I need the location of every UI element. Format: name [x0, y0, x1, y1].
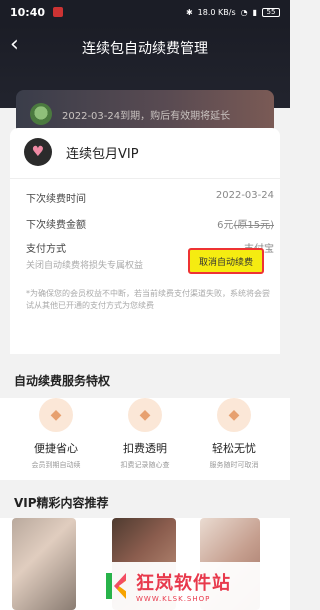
heart-logo-icon: ♥	[24, 138, 52, 166]
divider	[10, 178, 280, 179]
status-bar: 10:40 ✱ 18.0 KB/s ◔ ▮ 55	[0, 0, 290, 24]
watermark-logo-icon	[104, 571, 130, 601]
page-header: ‹ 连续包自动续费管理 2022-03-24到期，购后有效期将延长	[0, 24, 290, 138]
amount-value: 6元	[217, 220, 234, 231]
row-value: 2022-03-24	[215, 190, 274, 201]
page-title: 连续包自动续费管理	[82, 41, 208, 57]
status-right: ✱ 18.0 KB/s ◔ ▮ 55	[185, 7, 280, 17]
privileges-list: ◆ 便捷省心 会员到期自动续 ◆ 扣费透明 扣费记录随心查 ◆ 轻松无忧 服务随…	[0, 398, 290, 480]
wifi-icon: ◔	[240, 7, 248, 17]
privilege-item: ◆ 扣费透明 扣费记录随心查	[105, 398, 185, 470]
subscription-panel: ♥ 连续包月VIP 下次续费时间 2022-03-24 下次续费金额 6元(原1…	[10, 128, 280, 354]
privilege-name: 轻松无忧	[212, 442, 256, 455]
watermark-url: WWW.KLSK.SHOP	[136, 595, 211, 603]
row-label: 支付方式	[26, 244, 66, 255]
original-price: (原15元)	[233, 220, 274, 231]
recommendation-thumbnail[interactable]	[12, 518, 76, 610]
recommendations-title: VIP精彩内容推荐	[14, 496, 109, 510]
watermark: 狂岚软件站 WWW.KLSK.SHOP	[96, 562, 290, 610]
battery-icon: 55	[262, 7, 280, 17]
bluetooth-icon: ✱	[185, 7, 193, 17]
privilege-name: 扣费透明	[123, 442, 167, 455]
vip-plan-row: ♥ 连续包月VIP	[24, 138, 139, 166]
watermark-title: 狂岚软件站	[136, 573, 231, 594]
shield-icon: ◆	[39, 398, 73, 432]
privilege-desc: 服务随时可取消	[209, 461, 259, 469]
row-label: 下次续费时间	[26, 194, 86, 205]
status-time: 10:40	[10, 5, 46, 19]
next-renewal-date-row: 下次续费时间 2022-03-24	[26, 190, 276, 205]
network-speed: 18.0 KB/s	[197, 7, 236, 17]
privilege-desc: 会员到期自动续	[31, 461, 81, 469]
renewal-notice: *为确保您的会员权益不中断，若当前续费支付渠道失败，系统将会尝试从其他已开通的支…	[26, 289, 270, 310]
row-value-group: 6元(原15元)	[217, 216, 274, 231]
row-label: 下次续费金额	[26, 220, 86, 231]
cancel-hint: 关闭自动续费将损失专属权益	[26, 261, 144, 271]
privilege-item: ◆ 轻松无忧 服务随时可取消	[194, 398, 274, 470]
privilege-desc: 扣费记录随心查	[120, 461, 170, 469]
shield-icon: ◆	[128, 398, 162, 432]
avatar	[30, 103, 52, 125]
cancel-auto-renew-button[interactable]: 取消自动续费	[199, 255, 253, 268]
notification-app-icon	[53, 7, 64, 17]
signal-icon: ▮	[252, 7, 257, 17]
shield-icon: ◆	[217, 398, 251, 432]
privileges-title: 自动续费服务特权	[14, 374, 111, 388]
next-renewal-amount-row: 下次续费金额 6元(原15元)	[26, 216, 276, 231]
privilege-name: 便捷省心	[34, 442, 78, 455]
privilege-item: ◆ 便捷省心 会员到期自动续	[16, 398, 96, 470]
cancel-highlight: 取消自动续费	[188, 248, 264, 274]
watermark-text: 狂岚软件站 WWW.KLSK.SHOP	[136, 569, 231, 603]
member-expiry-text: 2022-03-24到期，购后有效期将延长	[62, 110, 231, 122]
plan-name: 连续包月VIP	[66, 146, 139, 162]
